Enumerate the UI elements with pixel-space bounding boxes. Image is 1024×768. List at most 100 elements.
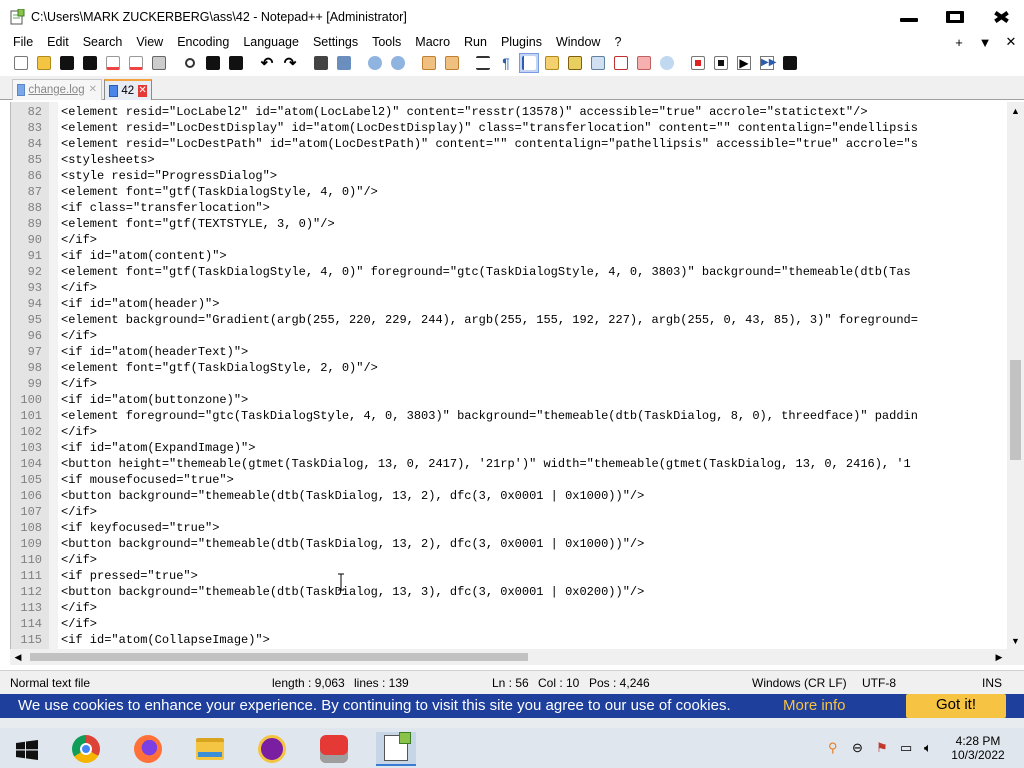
tab-42[interactable]: 42 ✕ [104,79,152,100]
code-line[interactable]: 96 </if> [11,328,1007,344]
code-text[interactable]: </if> [61,600,97,616]
vertical-scroll-thumb[interactable] [1010,360,1021,460]
code-text[interactable]: </if> [61,232,97,248]
code-text[interactable]: <if class="transferlocation"> [61,200,270,216]
menu-settings[interactable]: Settings [306,35,365,49]
notepad-plus-plus-taskbar-button[interactable] [376,732,416,766]
code-line[interactable]: 112 <button background="themeable(dtb(Tas… [11,584,1007,600]
stop-macro-button[interactable] [712,54,730,72]
indent-guide-button[interactable] [519,53,539,73]
code-line[interactable]: 104 <button height="themeable(gtmet(TaskD… [11,456,1007,472]
save-button[interactable] [58,54,76,72]
print-button[interactable] [150,54,168,72]
scroll-up-icon[interactable]: ▲ [1007,102,1024,119]
search-icon[interactable]: ⚲ [828,740,838,756]
show-all-characters-button[interactable]: ¶ [497,54,515,72]
code-text[interactable]: </if> [61,376,97,392]
close-file-button[interactable] [104,54,122,72]
code-line[interactable]: 84 <element resid="LocDestPath" id="atom(… [11,136,1007,152]
windows-start-icon[interactable] [16,740,38,760]
find-button[interactable] [312,54,330,72]
code-text[interactable]: <element font="gtf(TEXTSTYLE, 3, 0)"/> [61,216,335,232]
tab-list-button[interactable]: ▼ [972,35,998,50]
code-text[interactable]: <style resid="ProgressDialog"> [61,168,277,184]
code-line[interactable]: 101 <element foreground="gtc(TaskDialogSt… [11,408,1007,424]
sync-horizontal-button[interactable] [443,54,461,72]
code-line[interactable]: 107 </if> [11,504,1007,520]
firefox-taskbar-button[interactable] [128,732,168,766]
code-text[interactable]: <element resid="LocLabel2" id="atom(LocL… [61,104,868,120]
code-text[interactable]: </if> [61,424,97,440]
code-line[interactable]: 94 <if id="atom(header)"> [11,296,1007,312]
code-line[interactable]: 83 <element resid="LocDestDisplay" id="at… [11,120,1007,136]
more-info-link[interactable]: More info [783,697,846,714]
code-text[interactable]: <if id="atom(buttonzone)"> [61,392,248,408]
code-line[interactable]: 87 <element font="gtf(TaskDialogStyle, 4,… [11,184,1007,200]
open-file-button[interactable] [35,54,53,72]
code-line[interactable]: 88 <if class="transferlocation"> [11,200,1007,216]
yahoo-taskbar-button[interactable] [252,732,292,766]
horizontal-scrollbar[interactable]: ◀ ▶ [10,649,1007,665]
code-line[interactable]: 111 <if pressed="true"> [11,568,1007,584]
close-button[interactable] [978,0,1024,33]
code-line[interactable]: 110 </if> [11,552,1007,568]
close-tab-icon[interactable]: ✕ [89,84,97,96]
text-editor[interactable]: 82 <element resid="LocLabel2" id="atom(Lo… [10,102,1024,649]
code-text[interactable]: <element font="gtf(TaskDialogStyle, 4, 0… [61,264,911,280]
close-document-button[interactable]: ✕ [998,34,1024,50]
scroll-down-icon[interactable]: ▼ [1007,632,1024,649]
code-text[interactable]: <element resid="LocDestDisplay" id="atom… [61,120,918,136]
status-insert-mode[interactable]: INS [982,676,1002,690]
code-text[interactable]: <element font="gtf(TaskDialogStyle, 2, 0… [61,360,378,376]
horizontal-scroll-thumb[interactable] [30,653,528,661]
code-line[interactable]: 100 <if id="atom(buttonzone)"> [11,392,1007,408]
volume-icon[interactable]: 🔈︎ [924,740,932,756]
menu-view[interactable]: View [129,35,170,49]
code-line[interactable]: 90 </if> [11,232,1007,248]
code-line[interactable]: 97 <if id="atom(headerText)"> [11,344,1007,360]
menu-plugins[interactable]: Plugins [494,35,549,49]
code-text[interactable]: <element background="Gradient(argb(255, … [61,312,918,328]
code-text[interactable]: </if> [61,504,97,520]
code-text[interactable]: <button background="themeable(dtb(TaskDi… [61,584,644,600]
code-text[interactable]: <element font="gtf(TaskDialogStyle, 4, 0… [61,184,378,200]
zoom-out-button[interactable] [389,54,407,72]
code-line[interactable]: 91 <if id="atom(content)"> [11,248,1007,264]
code-text[interactable]: <button height="themeable(gtmet(TaskDial… [61,456,911,472]
udl-button[interactable] [543,54,561,72]
function-list-button[interactable] [612,54,630,72]
code-line[interactable]: 106 <button background="themeable(dtb(Tas… [11,488,1007,504]
new-tab-button[interactable]: + [946,35,972,50]
code-line[interactable]: 85 <stylesheets> [11,152,1007,168]
scroll-left-icon[interactable]: ◀ [10,649,26,665]
save-macro-button[interactable] [781,54,799,72]
sync-vertical-button[interactable] [420,54,438,72]
code-text[interactable]: <button background="themeable(dtb(TaskDi… [61,536,644,552]
play-macro-button[interactable]: ▶ [735,54,753,72]
file-explorer-taskbar-button[interactable] [190,732,230,766]
code-line[interactable]: 93 </if> [11,280,1007,296]
code-text[interactable]: <if id="atom(header)"> [61,296,219,312]
menu-language[interactable]: Language [236,35,306,49]
code-line[interactable]: 115 <if id="atom(CollapseImage)"> [11,632,1007,648]
cut-button[interactable] [181,54,199,72]
code-text[interactable]: </if> [61,616,97,632]
flag-icon[interactable]: ⚑ [876,740,888,756]
close-all-button[interactable] [127,54,145,72]
code-line[interactable]: 109 <button background="themeable(dtb(Tas… [11,536,1007,552]
angry-birds-taskbar-button[interactable] [314,732,354,766]
undo-button[interactable]: ↶ [258,54,276,72]
code-text[interactable]: <element foreground="gtc(TaskDialogStyle… [61,408,918,424]
copy-button[interactable] [204,54,222,72]
code-text[interactable]: </if> [61,552,97,568]
code-text[interactable]: </if> [61,280,97,296]
code-line[interactable]: 89 <element font="gtf(TEXTSTYLE, 3, 0)"/> [11,216,1007,232]
code-line[interactable]: 113 </if> [11,600,1007,616]
vertical-scrollbar[interactable]: ▲ ▼ [1007,102,1024,649]
system-clock[interactable]: 4:28 PM 10/3/2022 [950,734,1006,762]
run-macro-multiple-button[interactable]: ▶▶ [758,54,776,72]
code-line[interactable]: 92 <element font="gtf(TaskDialogStyle, 4,… [11,264,1007,280]
code-text[interactable]: <element resid="LocDestPath" id="atom(Lo… [61,136,918,152]
code-line[interactable]: 108 <if keyfocused="true"> [11,520,1007,536]
code-text[interactable]: <if id="atom(ExpandImage)"> [61,440,255,456]
